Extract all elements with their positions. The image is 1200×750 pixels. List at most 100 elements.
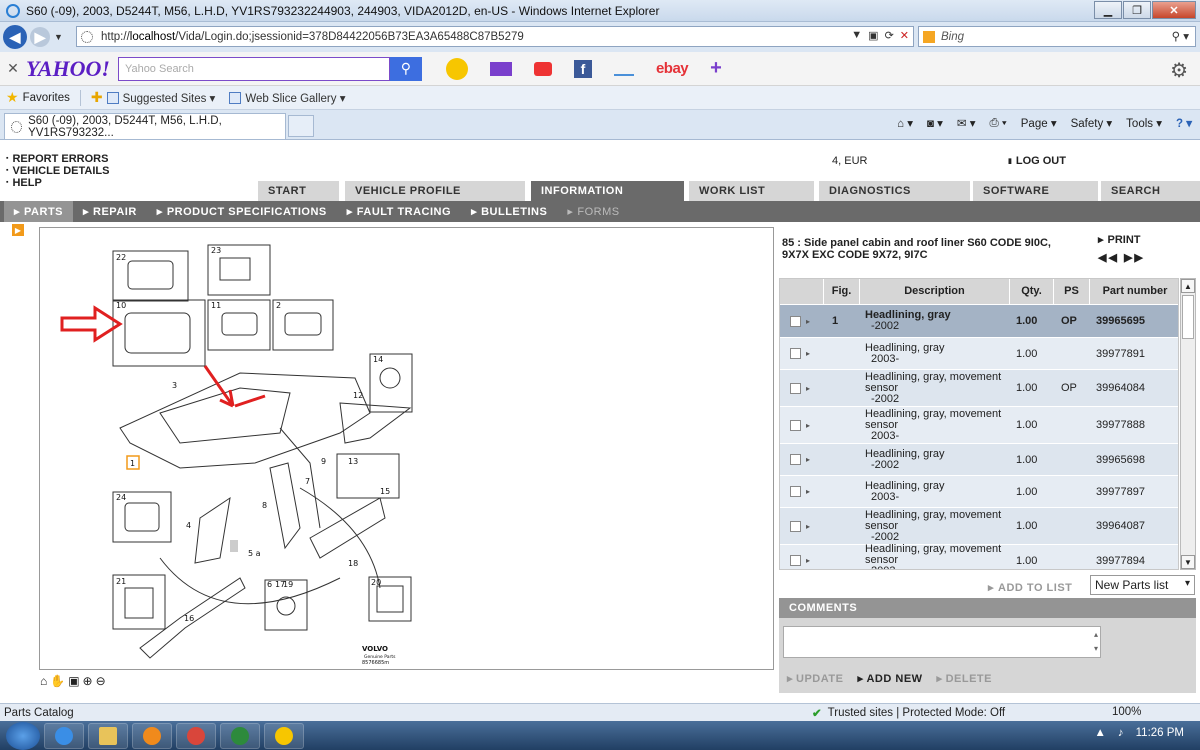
new-tab-button[interactable] <box>288 115 314 137</box>
add-favorite-icon[interactable]: ✚ <box>91 89 103 106</box>
subnav-fault-tracing[interactable]: FAULT TRACING <box>337 201 461 222</box>
table-row[interactable]: ▸ 1 Headlining, gray -2002 1.00 OP 39965695 <box>780 305 1178 338</box>
tab-search[interactable]: SEARCH <box>1098 181 1200 201</box>
tab-vehicle-profile[interactable]: VEHICLE PROFILE <box>342 181 525 201</box>
table-row[interactable]: ▸ Headlining, gray, movement sensor -2002 1… <box>780 370 1178 407</box>
start-button[interactable] <box>6 721 40 750</box>
comments-textarea[interactable] <box>783 626 1101 658</box>
tab-start[interactable]: START <box>255 181 339 201</box>
taskbar-chrome[interactable] <box>176 722 216 749</box>
refresh-icon[interactable]: ⟳ <box>885 29 894 42</box>
feeds-icon[interactable]: ◙ ▾ <box>927 116 943 130</box>
parts-list-select[interactable]: New Parts list <box>1090 575 1195 595</box>
row-checkbox[interactable] <box>790 419 801 431</box>
help-icon[interactable]: ? ▾ <box>1176 116 1192 130</box>
forward-button[interactable]: ▶ <box>30 27 50 47</box>
pager-buttons[interactable]: ◀◀ ▶▶ <box>1098 251 1145 264</box>
table-row[interactable]: ▸ Headlining, gray, movement sensor2003- 1… <box>780 407 1178 444</box>
expand-row-icon[interactable]: ▸ <box>806 487 810 496</box>
taskbar-app[interactable] <box>220 722 260 749</box>
tab-work-list[interactable]: WORK LIST <box>686 181 814 201</box>
expand-row-icon[interactable]: ▸ <box>806 522 810 531</box>
taskbar-media[interactable] <box>132 722 172 749</box>
add-new-button[interactable]: ADD NEW <box>857 672 922 685</box>
gear-icon[interactable]: ⚙ <box>1170 58 1188 83</box>
expand-row-icon[interactable]: ▸ <box>806 455 810 464</box>
expand-row-icon[interactable]: ▸ <box>806 421 810 430</box>
taskbar-explorer[interactable] <box>88 722 128 749</box>
scroll-up-icon[interactable]: ▲ <box>1181 279 1195 293</box>
taskbar-messenger[interactable] <box>264 722 304 749</box>
yahoo-search-button[interactable]: ⚲ <box>389 56 422 81</box>
favorites-button[interactable]: Favorites <box>23 92 70 104</box>
row-checkbox[interactable] <box>790 315 801 327</box>
expand-row-icon[interactable]: ▸ <box>806 556 810 565</box>
table-row[interactable]: ▸ Headlining, gray 2003- 1.00 39977891 <box>780 338 1178 370</box>
row-checkbox[interactable] <box>790 555 801 566</box>
tray-arrow-icon[interactable]: ▲ <box>1094 727 1105 739</box>
yahoo-search-input[interactable]: Yahoo Search <box>117 56 390 81</box>
security-zone[interactable]: ✔ Trusted sites | Protected Mode: Off <box>812 706 1005 720</box>
history-dropdown-icon[interactable]: ▼ <box>54 32 63 42</box>
url-dropdown-icon[interactable]: ▼ <box>851 29 862 42</box>
compat-view-icon[interactable]: ▣ <box>868 29 878 42</box>
expand-row-icon[interactable]: ▸ <box>806 317 810 326</box>
bing-search-input[interactable]: Bing ⚲ ▾ <box>918 26 1196 47</box>
stop-icon[interactable]: ✕ <box>900 29 909 42</box>
suggested-sites-link[interactable]: Suggested Sites ▾ <box>106 91 215 105</box>
tab-software[interactable]: SOFTWARE <box>970 181 1098 201</box>
tools-menu[interactable]: Tools ▾ <box>1126 116 1162 130</box>
url-field[interactable]: http://localhost/Vida/Login.do;jsessioni… <box>76 26 914 47</box>
subnav-parts[interactable]: PARTS <box>4 201 73 222</box>
subnav-repair[interactable]: REPAIR <box>73 201 147 222</box>
finance-icon[interactable] <box>613 62 634 76</box>
row-checkbox[interactable] <box>790 348 801 359</box>
col-ps[interactable]: PS <box>1053 279 1089 304</box>
close-toolbar-icon[interactable]: ✕ <box>0 60 26 77</box>
search-icon[interactable]: ⚲ ▾ <box>1172 29 1189 43</box>
mail-icon[interactable] <box>489 61 512 76</box>
messenger-icon[interactable] <box>445 57 468 80</box>
vehicle-details-link[interactable]: VEHICLE DETAILS <box>6 165 109 177</box>
row-checkbox[interactable] <box>790 382 801 394</box>
favorites-star-icon[interactable]: ★ <box>6 89 19 106</box>
table-row[interactable]: ▸ Headlining, gray, movement sensor2003- 1… <box>780 544 1178 569</box>
report-errors-link[interactable]: REPORT ERRORS <box>6 153 109 165</box>
subnav-product-specifications[interactable]: PRODUCT SPECIFICATIONS <box>147 201 337 222</box>
table-row[interactable]: ▸ Headlining, gray 2003- 1.00 39977897 <box>780 476 1178 508</box>
col-part-number[interactable]: Part number <box>1089 279 1178 304</box>
yahoo-logo[interactable]: YAHOO! <box>26 56 110 82</box>
table-row[interactable]: ▸ Headlining, gray, movement sensor -2002 1… <box>780 508 1178 545</box>
ebay-link[interactable]: ebay <box>656 60 689 77</box>
expand-row-icon[interactable]: ▸ <box>806 349 810 358</box>
minimize-button[interactable]: ▁ <box>1094 1 1122 19</box>
clock[interactable]: 11:26 PM <box>1136 727 1184 739</box>
zoom-level[interactable]: 100% <box>1112 706 1141 718</box>
home-icon[interactable]: ⌂ ▾ <box>897 116 913 130</box>
scroll-thumb[interactable] <box>1182 295 1194 339</box>
table-row[interactable]: ▸ Headlining, gray -2002 1.00 39965698 <box>780 444 1178 476</box>
row-checkbox[interactable] <box>790 454 801 465</box>
facebook-icon[interactable]: f <box>573 59 592 78</box>
tab-diagnostics[interactable]: DIAGNOSTICS <box>816 181 970 201</box>
print-icon[interactable]: ⎙ ▾ <box>990 117 1007 130</box>
fit-icon[interactable]: ▣ <box>68 674 79 688</box>
browser-tab[interactable]: S60 (-09), 2003, D5244T, M56, L.H.D, YV1… <box>4 113 286 139</box>
zoom-in-icon[interactable]: ⊕ <box>83 674 93 688</box>
scroll-down-icon[interactable]: ▼ <box>1181 555 1195 569</box>
expand-panel-icon[interactable]: ▶ <box>12 224 24 236</box>
zoom-out-icon[interactable]: ⊖ <box>96 674 106 688</box>
page-menu[interactable]: Page ▾ <box>1021 116 1057 130</box>
close-window-button[interactable]: ✕ <box>1152 1 1196 19</box>
safety-menu[interactable]: Safety ▾ <box>1071 116 1113 130</box>
maximize-button[interactable]: ❐ <box>1123 1 1151 19</box>
back-button[interactable]: ◀ <box>3 25 27 49</box>
row-checkbox[interactable] <box>790 520 801 532</box>
subnav-bulletins[interactable]: BULLETINS <box>461 201 557 222</box>
read-mail-icon[interactable]: ✉ ▾ <box>957 116 976 130</box>
home-view-icon[interactable]: ⌂ <box>40 674 47 688</box>
row-checkbox[interactable] <box>790 486 801 497</box>
logout-link[interactable]: LOG OUT <box>1008 155 1066 167</box>
add-icon[interactable]: + <box>710 57 722 80</box>
volume-icon[interactable]: ♪ <box>1118 727 1124 739</box>
